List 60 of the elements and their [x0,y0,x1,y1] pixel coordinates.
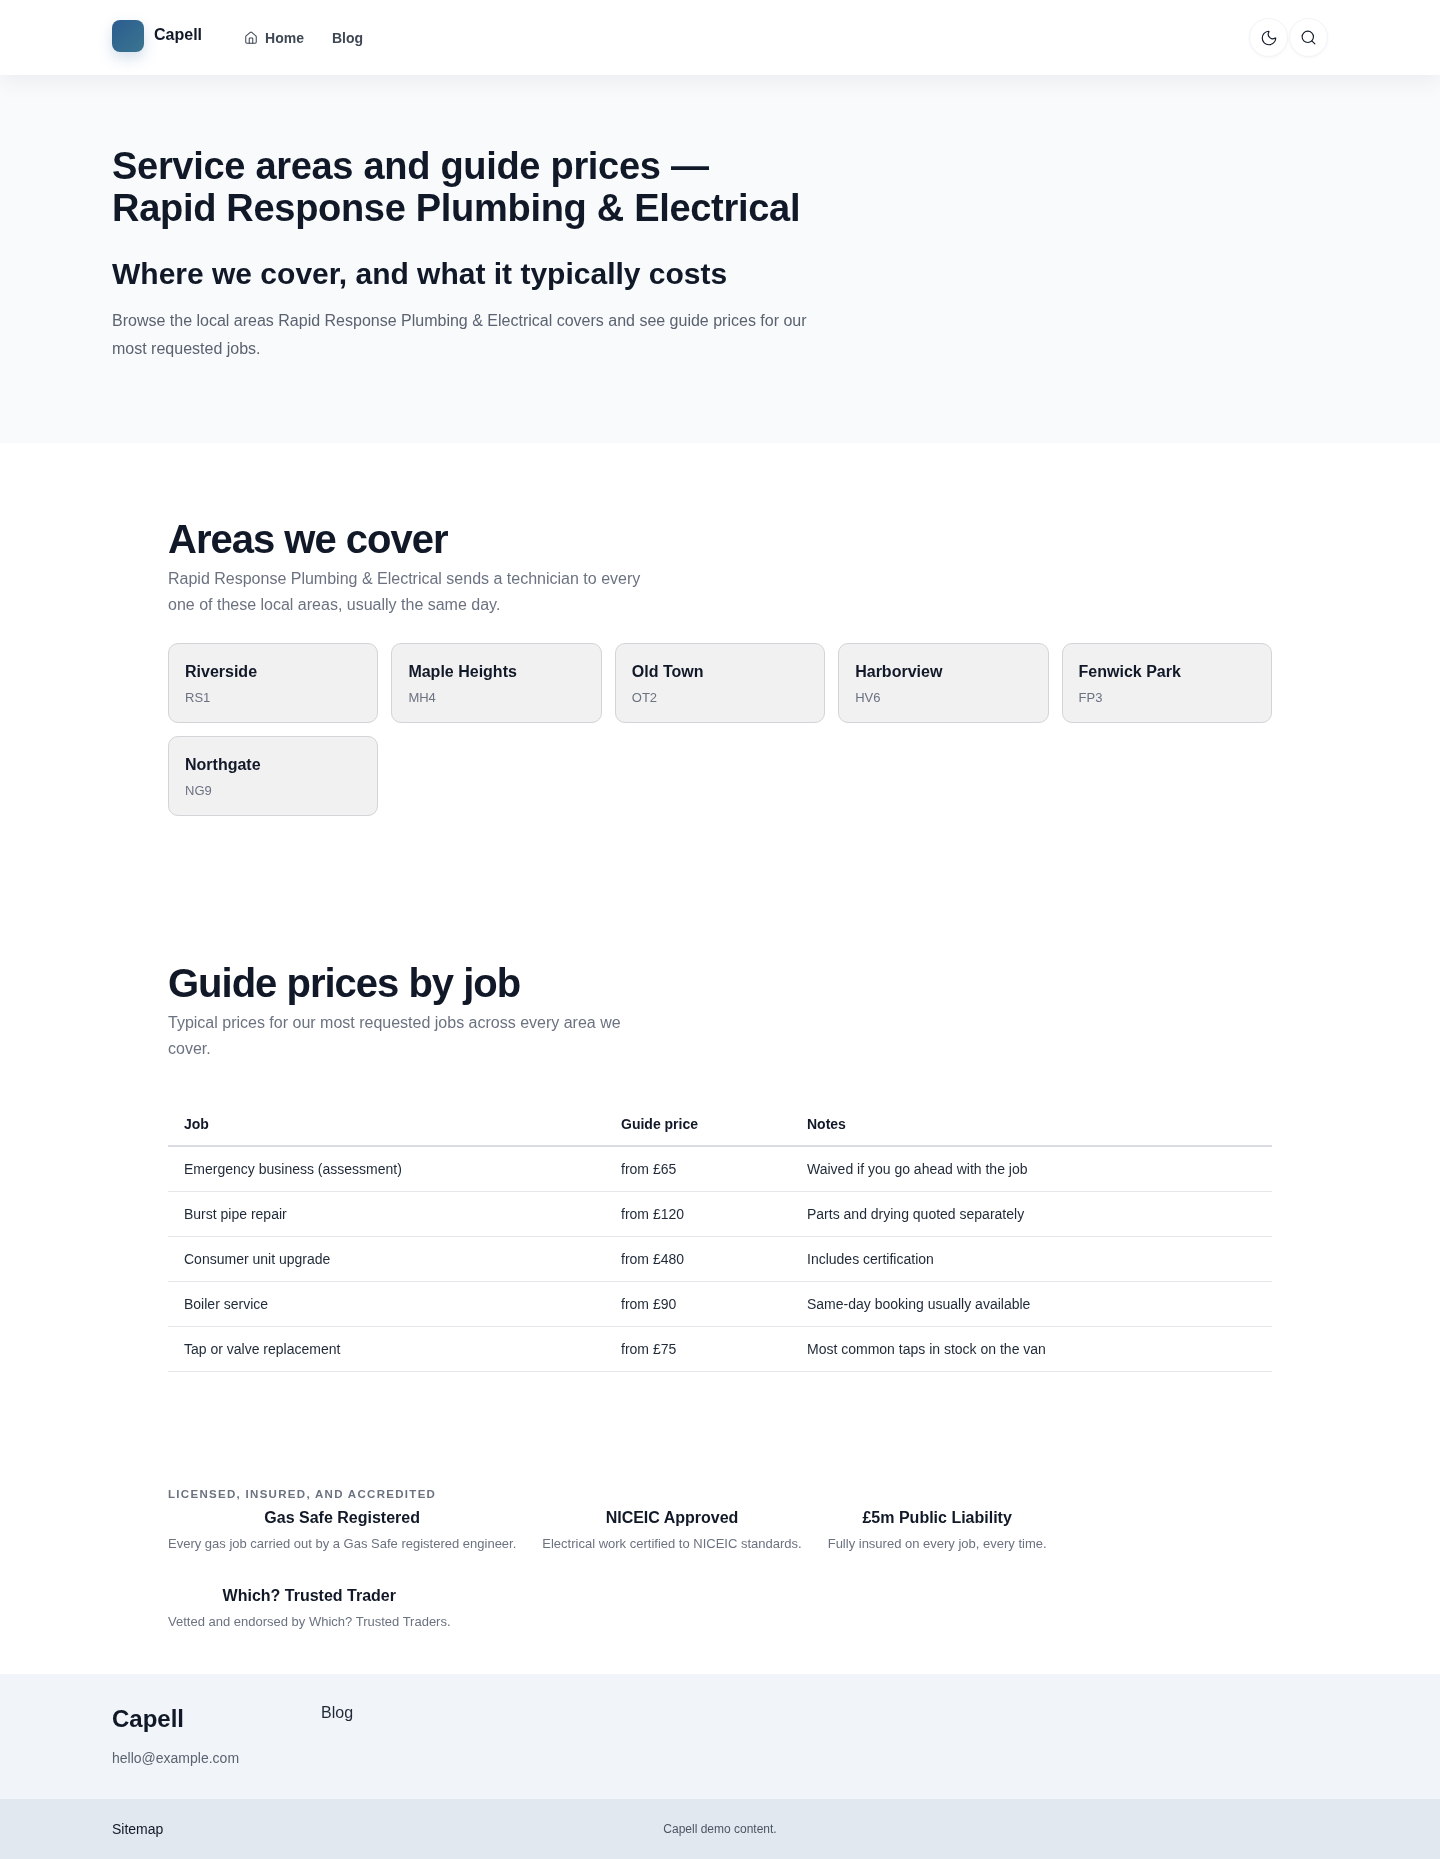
table-cell: from £480 [605,1236,791,1281]
area-name: Maple Heights [408,662,518,682]
section-description: Typical prices for our most requested jobs across every area we cover. [168,1013,622,1059]
logo-icon [112,20,144,52]
search-icon [1300,29,1317,46]
contact-email: hello@example.com [112,1748,241,1768]
table-cell: Same-day booking usually available [791,1281,1272,1326]
home-icon [244,30,258,45]
sitemap-link[interactable]: Sitemap [112,1819,164,1839]
table-cell: Boiler service [168,1281,605,1326]
area-name: Riverside [185,662,259,682]
accreditation-description: Vetted and endorsed by Which? Trusted Traders. [168,1612,451,1631]
moon-icon [1259,28,1278,47]
area-name: Fenwick Park [1078,662,1182,682]
table-cell: from £90 [605,1281,791,1326]
section-title: Areas we cover [168,517,449,561]
table-cell: Waived if you go ahead with the job [791,1146,1272,1191]
accreditation-title: £5m Public Liability [861,1507,1013,1528]
intro-text: Browse the local areas Rapid Response Plumbing & Electrical covers and see guide prices for our most requested jobs. [112,311,808,359]
area-code: HV6 [855,690,882,706]
section-title: Guide prices by job [168,961,522,1005]
page-title: Service areas and guide prices — Rapid Response Plumbing & Electrical [112,145,802,229]
dark-mode-button[interactable] [1249,18,1288,57]
brand-link[interactable]: Capell [154,25,202,45]
area-name: Old Town [631,662,705,682]
nav-link[interactable]: Blog [331,23,364,52]
search-button[interactable] [1289,18,1328,57]
table-cell: Parts and drying quoted separately [791,1191,1272,1236]
column-header: Guide price [605,1102,791,1146]
area-code: NG9 [185,783,213,799]
footer-brand: Capell [112,1703,186,1734]
accreditation-title: NICEIC Approved [604,1507,740,1528]
accreditation-description: Fully insured on every job, every time. [827,1534,1047,1553]
table-cell: Burst pipe repair [168,1191,605,1236]
table-cell: from £120 [605,1191,791,1236]
table-cell: from £65 [605,1146,791,1191]
area-code: MH4 [408,690,437,706]
section-description: Rapid Response Plumbing & Electrical sends a technician to every one of these local areas, usually the same day. [168,569,642,615]
area-code: OT2 [631,690,659,706]
column-header: Job [168,1102,605,1146]
accreditation-title: Which? Trusted Trader [221,1585,397,1606]
table-cell: Emergency business (assessment) [168,1146,605,1191]
footer-link[interactable]: Blog [321,1701,354,1724]
column-header: Notes [791,1102,1272,1146]
accreditations-heading: LICENSED, INSURED, AND ACCREDITED [168,1486,438,1502]
nav-link[interactable]: Home [244,23,304,52]
table-cell: from £75 [605,1326,791,1371]
area-name: Harborview [855,662,944,682]
table-cell: Most common taps in stock on the van [791,1326,1272,1371]
page-subtitle: Where we cover, and what it typically costs [112,256,729,292]
area-name: Northgate [185,755,262,775]
table-cell: Consumer unit upgrade [168,1236,605,1281]
footer-note: Capell demo content. [663,1821,777,1837]
table-cell: Tap or valve replacement [168,1326,605,1371]
accreditation-description: Electrical work certified to NICEIC standards. [542,1534,802,1553]
area-code: FP3 [1078,690,1104,706]
accreditation-description: Every gas job carried out by a Gas Safe registered engineer. [168,1534,517,1553]
area-code: RS1 [185,690,212,706]
accreditation-title: Gas Safe Registered [263,1507,421,1528]
table-cell: Includes certification [791,1236,1272,1281]
